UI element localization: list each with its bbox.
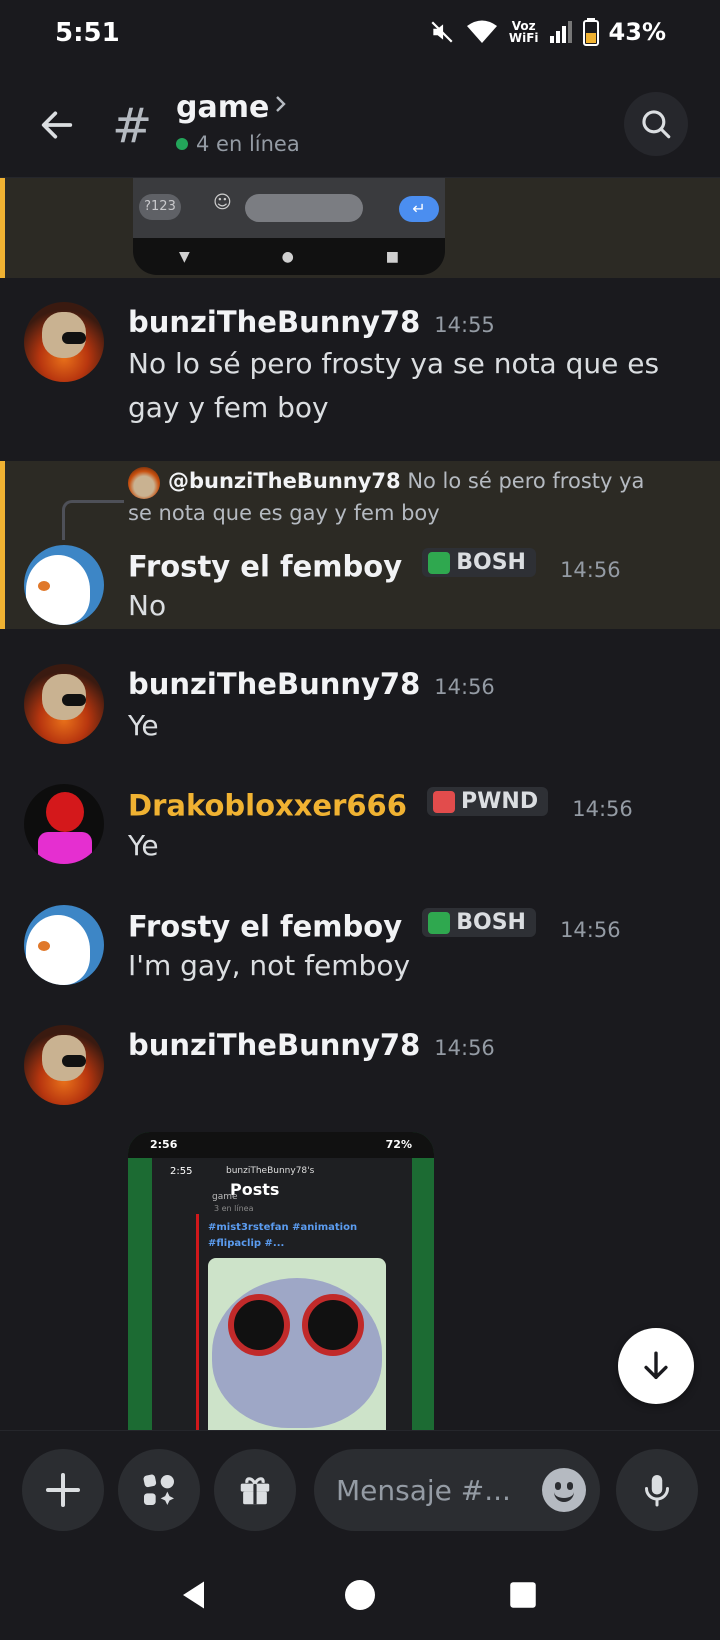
online-dot-icon xyxy=(176,138,188,150)
arrow-down-icon xyxy=(644,1351,668,1380)
status-bar: 5:51 Voz WiFi 43% xyxy=(0,0,720,76)
nav-back-icon: ▼ xyxy=(178,249,190,265)
emoji-button[interactable] xyxy=(542,1468,586,1512)
role-tag: PWND xyxy=(427,787,549,816)
role-tag: BOSH xyxy=(422,908,536,937)
channel-name[interactable]: game xyxy=(176,90,269,125)
chevron-right-icon[interactable] xyxy=(272,92,290,120)
wifi-icon xyxy=(465,19,499,45)
enter-key-icon: ↵ xyxy=(399,196,439,222)
sword-icon xyxy=(433,790,456,813)
message-text: No xyxy=(128,589,167,622)
channel-header: # game 4 en línea xyxy=(0,76,720,178)
add-attachment-button[interactable] xyxy=(22,1449,104,1531)
circle-home-icon xyxy=(345,1580,375,1610)
reply-connector xyxy=(62,500,124,540)
microphone-icon xyxy=(645,1475,669,1507)
message-author[interactable]: bunziTheBunny78 14:55 xyxy=(128,305,495,339)
message-text: Ye xyxy=(128,829,159,862)
reply-preview[interactable]: @bunziTheBunny78 No lo sé pero frosty ya… xyxy=(128,465,668,529)
gift-button[interactable] xyxy=(214,1449,296,1531)
message-author[interactable]: Frosty el femboy BOSH 14:56 xyxy=(128,548,621,584)
avatar[interactable] xyxy=(24,1025,104,1105)
plus-icon xyxy=(46,1473,80,1507)
avatar[interactable] xyxy=(24,545,104,625)
battery-percent: 43% xyxy=(608,18,666,46)
money-icon xyxy=(428,551,451,574)
money-icon xyxy=(428,911,451,934)
arrow-left-icon xyxy=(41,111,73,139)
avatar[interactable] xyxy=(24,664,104,744)
message-text: I'm gay, not femboy xyxy=(128,949,411,982)
emoji-key-icon: ☺ xyxy=(213,192,232,213)
nav-recent-icon: ■ xyxy=(385,249,400,265)
mute-icon xyxy=(429,19,455,45)
system-recents-button[interactable] xyxy=(500,1572,546,1618)
voice-message-button[interactable] xyxy=(616,1449,698,1531)
status-time: 5:51 xyxy=(55,18,120,48)
system-home-button[interactable] xyxy=(337,1572,383,1618)
apps-button[interactable] xyxy=(118,1449,200,1531)
battery-icon xyxy=(582,18,599,46)
message-author[interactable]: bunziTheBunny78 14:56 xyxy=(128,1028,495,1062)
message-input[interactable] xyxy=(336,1449,526,1531)
message-author[interactable]: Frosty el femboy BOSH 14:56 xyxy=(128,908,621,944)
avatar[interactable] xyxy=(24,784,104,864)
message-text: No lo sé pero frosty ya se nota que es g… xyxy=(128,347,660,424)
apps-icon xyxy=(143,1474,174,1505)
search-icon xyxy=(642,110,671,139)
message-text: Ye xyxy=(128,709,159,742)
signal-icon xyxy=(549,20,573,44)
avatar[interactable] xyxy=(24,302,104,382)
message-input-wrapper xyxy=(314,1449,600,1531)
highlighted-message-embed: ?123 ☺ ↵ ▼ ● ■ xyxy=(0,178,720,278)
role-tag: BOSH xyxy=(422,548,536,577)
jump-to-present-button[interactable] xyxy=(618,1328,694,1404)
screenshot-attachment[interactable]: 2:56 72% 2:55 bunziTheBunny78's Posts ga… xyxy=(128,1132,434,1430)
search-button[interactable] xyxy=(624,92,688,156)
back-button[interactable] xyxy=(30,98,84,152)
gift-icon xyxy=(240,1477,270,1505)
status-icons: Voz WiFi 43% xyxy=(429,18,666,46)
voz-wifi-label: Voz WiFi xyxy=(508,19,539,45)
hashtag-icon: # xyxy=(112,98,153,154)
system-back-button[interactable] xyxy=(172,1572,218,1618)
message-author[interactable]: Drakobloxxer666 PWND 14:56 xyxy=(128,787,633,823)
triangle-back-icon xyxy=(183,1581,204,1609)
system-navigation-bar xyxy=(0,1548,720,1640)
message-list[interactable]: ?123 ☺ ↵ ▼ ● ■ bunziTheBunny78 14:55 No lo … xyxy=(0,178,720,1430)
image-attachment[interactable]: ?123 ☺ ↵ ▼ ● ■ xyxy=(133,178,445,275)
avatar[interactable] xyxy=(24,905,104,985)
nav-home-icon: ● xyxy=(281,249,294,265)
message-composer xyxy=(0,1430,720,1548)
online-count: 4 en línea xyxy=(176,132,300,156)
message-author[interactable]: bunziTheBunny78 14:56 xyxy=(128,667,495,701)
square-recents-icon xyxy=(510,1582,536,1608)
video-thumbnail xyxy=(208,1258,386,1430)
